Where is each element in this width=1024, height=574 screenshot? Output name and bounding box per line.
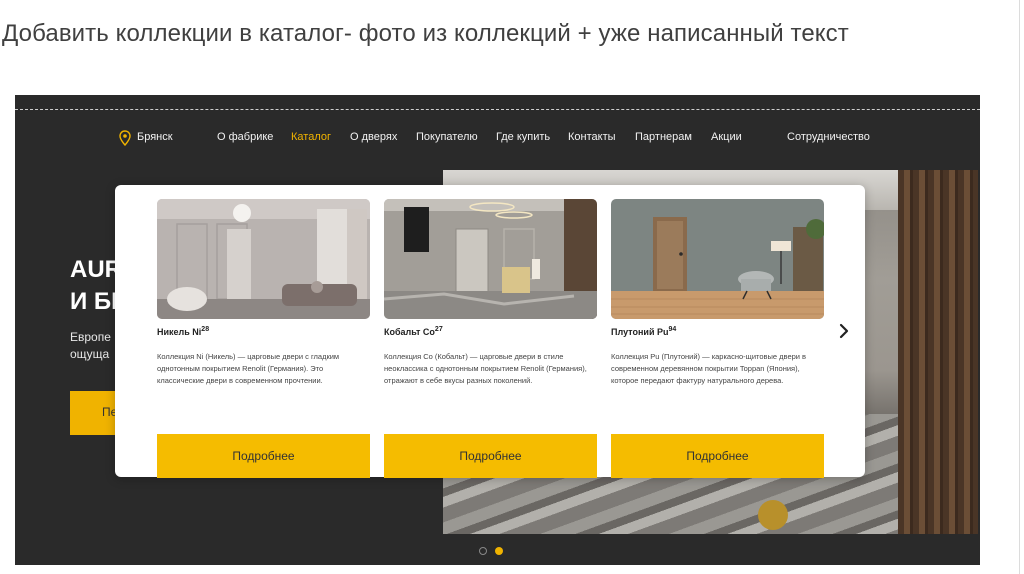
collection-title-plutonium: Плутоний Pu94 xyxy=(611,326,824,340)
nav-item-where-to-buy[interactable]: Где купить xyxy=(496,131,550,143)
collection-title-nickel: Никель Ni28 xyxy=(157,326,370,340)
carousel-dots xyxy=(479,542,507,560)
nav-item-about-factory[interactable]: О фабрике xyxy=(217,131,273,143)
location-pin-icon xyxy=(119,130,131,146)
collection-photo-plutonium xyxy=(611,199,824,319)
details-button-nickel[interactable]: Подробнее xyxy=(157,434,370,478)
carousel-dot-2-active[interactable] xyxy=(495,547,504,555)
collections-popup: Никель Ni28 Коллекция Ni (Никель) — царг… xyxy=(115,185,865,478)
collection-name: Кобальт Co xyxy=(384,327,435,337)
nav-item-catalog[interactable]: Каталог xyxy=(291,131,331,143)
cobalt-interior-image xyxy=(384,199,597,319)
chevron-right-icon[interactable] xyxy=(837,321,851,341)
nav-item-promotions[interactable]: Акции xyxy=(711,131,742,143)
collection-description-nickel: Коллекция Ni (Никель) — царговые двери с… xyxy=(157,352,340,385)
collection-superscript: 27 xyxy=(434,326,443,333)
collection-name: Плутоний Pu xyxy=(611,327,669,337)
collection-title-cobalt: Кобальт Co27 xyxy=(384,326,597,340)
slide-title: Добавить коллекции в каталог- фото из ко… xyxy=(2,20,849,47)
nav-item-buyer[interactable]: Покупателю xyxy=(416,131,478,143)
collection-photo-nickel xyxy=(157,199,370,319)
collection-photo-cobalt xyxy=(384,199,597,319)
collection-card-cobalt[interactable]: Кобальт Co27 Коллекция Co (Кобальт) — ца… xyxy=(384,199,597,478)
dashed-divider xyxy=(15,109,980,110)
hero-heading-line-2: И БІ xyxy=(70,288,118,315)
nav-item-partners[interactable]: Партнерам xyxy=(635,131,692,143)
plutonium-interior-image xyxy=(611,199,824,319)
details-button-cobalt[interactable]: Подробнее xyxy=(384,434,597,478)
collection-superscript: 28 xyxy=(201,326,210,333)
page-edge-line xyxy=(1019,0,1020,574)
collection-description-plutonium: Коллекция Pu (Плутоний) — каркасно-щитов… xyxy=(611,352,807,385)
collection-superscript: 94 xyxy=(668,326,677,333)
nickel-interior-image xyxy=(157,199,370,319)
collection-description-cobalt: Коллекция Co (Кобальт) — царговые двери … xyxy=(384,352,587,385)
photo-wood-slats xyxy=(898,170,978,534)
collection-card-plutonium[interactable]: Плутоний Pu94 Коллекция Pu (Плутоний) — … xyxy=(611,199,824,478)
top-navigation: Брянск О фабрике Каталог О дверях Покупа… xyxy=(15,127,980,151)
carousel-dot-1[interactable] xyxy=(479,547,487,555)
collection-card-nickel[interactable]: Никель Ni28 Коллекция Ni (Никель) — царг… xyxy=(157,199,370,478)
nav-item-cooperation[interactable]: Сотрудничество xyxy=(787,131,870,143)
hero-subtitle-line-1: Европе xyxy=(70,330,111,344)
photo-chair xyxy=(758,500,788,530)
details-button-plutonium[interactable]: Подробнее xyxy=(611,434,824,478)
collection-name: Никель Ni xyxy=(157,327,202,337)
hero-subtitle-line-2: ощуща xyxy=(70,347,110,361)
website-screenshot: Брянск О фабрике Каталог О дверях Покупа… xyxy=(15,95,980,565)
city-selector[interactable]: Брянск xyxy=(137,131,173,143)
nav-item-about-doors[interactable]: О дверях xyxy=(350,131,397,143)
nav-item-contacts[interactable]: Контакты xyxy=(568,131,616,143)
